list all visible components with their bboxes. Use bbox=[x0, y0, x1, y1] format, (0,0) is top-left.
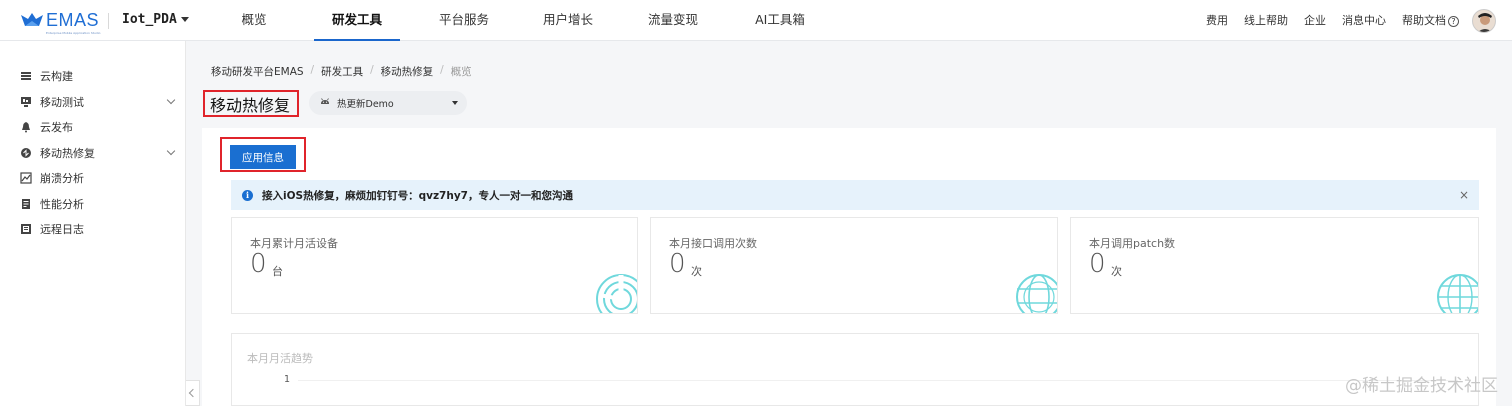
sidebar-item-cloud-release[interactable]: 云发布 bbox=[20, 118, 180, 136]
sidebar-item-label: 远程日志 bbox=[40, 223, 84, 236]
chevron-down-icon bbox=[166, 95, 176, 105]
sidebar-item-performance[interactable]: 性能分析 bbox=[20, 195, 180, 213]
log-icon bbox=[21, 224, 31, 234]
breadcrumb-item[interactable]: 移动热修复 bbox=[381, 64, 434, 79]
sidebar-item-label: 云发布 bbox=[40, 121, 73, 134]
stat-unit: 次 bbox=[691, 265, 702, 278]
stat-card-patch-calls: 本月调用patch数 0 次 bbox=[1070, 217, 1479, 314]
alert-text: 接入iOS热修复，麻烦加钉钉号：qvz7hy7，专人一对一和您沟通 bbox=[262, 189, 573, 202]
sidebar-item-label: 移动热修复 bbox=[40, 147, 95, 160]
caret-down-icon bbox=[180, 17, 189, 22]
tab-overview[interactable]: 概览 bbox=[236, 0, 272, 41]
stat-value: 0 bbox=[250, 249, 267, 279]
app-switcher[interactable]: Iot_PDA bbox=[122, 12, 189, 27]
sidebar-item-cloud-build[interactable]: 云构建 bbox=[20, 67, 180, 85]
stat-unit: 次 bbox=[1111, 265, 1122, 278]
help-docs-label: 帮助文档 bbox=[1402, 14, 1446, 27]
billing-link[interactable]: 费用 bbox=[1206, 0, 1228, 41]
info-icon: i bbox=[242, 189, 253, 201]
online-help-link[interactable]: 线上帮助 bbox=[1244, 0, 1288, 41]
hotfix-icon bbox=[21, 148, 31, 158]
help-docs-link[interactable]: 帮助文档? bbox=[1402, 0, 1459, 41]
logo-text: EMAS bbox=[46, 10, 100, 30]
enterprise-link[interactable]: 企业 bbox=[1304, 0, 1326, 41]
stat-card-api-calls: 本月接口调用次数 0 次 bbox=[650, 217, 1058, 314]
page-title: 移动热修复 bbox=[210, 96, 291, 115]
nav-divider bbox=[108, 13, 109, 29]
radar-decoration-icon bbox=[596, 274, 637, 313]
info-alert: i 接入iOS热修复，麻烦加钉钉号：qvz7hy7，专人一对一和您沟通 × bbox=[231, 180, 1479, 210]
tab-dev-tools[interactable]: 研发工具 bbox=[314, 0, 400, 41]
globe-grid-decoration-icon bbox=[1437, 274, 1478, 313]
sidebar-collapse-button[interactable] bbox=[186, 380, 200, 406]
logo-subtitle: Enterprise Mobile Application Studio bbox=[46, 31, 101, 35]
tab-monetization[interactable]: 流量变现 bbox=[645, 0, 701, 41]
app-select-value: 热更新Demo bbox=[337, 99, 394, 110]
breadcrumb-item[interactable]: 移动研发平台EMAS bbox=[211, 64, 304, 79]
stat-card-active-devices: 本月累计月活设备 0 台 bbox=[231, 217, 638, 314]
app-name: Iot_PDA bbox=[122, 12, 177, 27]
trend-chart-card: 本月月活趋势 1 bbox=[231, 333, 1479, 406]
stat-value: 0 bbox=[1089, 249, 1106, 279]
sidebar-item-label: 移动测试 bbox=[40, 96, 84, 109]
tab-platform-services[interactable]: 平台服务 bbox=[436, 0, 492, 41]
app-info-button[interactable]: 应用信息 bbox=[230, 145, 296, 169]
chevron-down-icon bbox=[166, 146, 176, 156]
stat-value: 0 bbox=[669, 249, 686, 279]
doc-icon bbox=[22, 199, 30, 209]
app-select-dropdown[interactable]: 热更新Demo bbox=[309, 91, 467, 115]
question-icon: ? bbox=[1448, 15, 1459, 27]
android-icon bbox=[321, 98, 329, 104]
avatar[interactable] bbox=[1472, 9, 1496, 33]
monitor-icon bbox=[21, 97, 31, 107]
sidebar-item-hotfix[interactable]: 移动热修复 bbox=[20, 144, 180, 162]
sidebar-item-label: 云构建 bbox=[40, 70, 73, 83]
stat-unit: 台 bbox=[272, 265, 283, 278]
y-axis-tick: 1 bbox=[284, 374, 291, 385]
close-icon[interactable]: × bbox=[1459, 188, 1469, 202]
tab-user-growth[interactable]: 用户增长 bbox=[540, 0, 596, 41]
top-nav: EMAS Enterprise Mobile Application Studi… bbox=[0, 0, 1512, 41]
sidebar-item-mobile-testing[interactable]: 移动测试 bbox=[20, 93, 180, 111]
sidebar-item-remote-log[interactable]: 远程日志 bbox=[20, 220, 180, 238]
bell-icon bbox=[22, 122, 30, 133]
sidebar: 云构建 移动测试 云发布 移动热修复 崩溃分析 性能分析 远程日志 bbox=[0, 41, 186, 406]
breadcrumb-item[interactable]: 研发工具 bbox=[321, 64, 363, 79]
build-icon bbox=[21, 72, 31, 80]
emas-logo[interactable]: EMAS Enterprise Mobile Application Studi… bbox=[20, 10, 100, 35]
sidebar-item-crash-analysis[interactable]: 崩溃分析 bbox=[20, 169, 180, 187]
tab-ai-toolbox[interactable]: AI工具箱 bbox=[752, 0, 808, 41]
emas-logo-icon bbox=[20, 11, 44, 29]
breadcrumb: 移动研发平台EMAS / 研发工具 / 移动热修复 / 概览 bbox=[211, 64, 472, 79]
sidebar-item-label: 崩溃分析 bbox=[40, 172, 84, 185]
message-center-link[interactable]: 消息中心 bbox=[1342, 0, 1386, 41]
globe-decoration-icon bbox=[1016, 274, 1057, 313]
trend-title: 本月月活趋势 bbox=[247, 352, 313, 365]
breadcrumb-current: 概览 bbox=[450, 66, 472, 78]
chart-icon bbox=[20, 172, 32, 184]
grid-line bbox=[298, 380, 1458, 381]
watermark: @稀土掘金技术社区 bbox=[1345, 376, 1498, 396]
caret-down-icon bbox=[452, 101, 458, 105]
sidebar-item-label: 性能分析 bbox=[40, 198, 84, 211]
